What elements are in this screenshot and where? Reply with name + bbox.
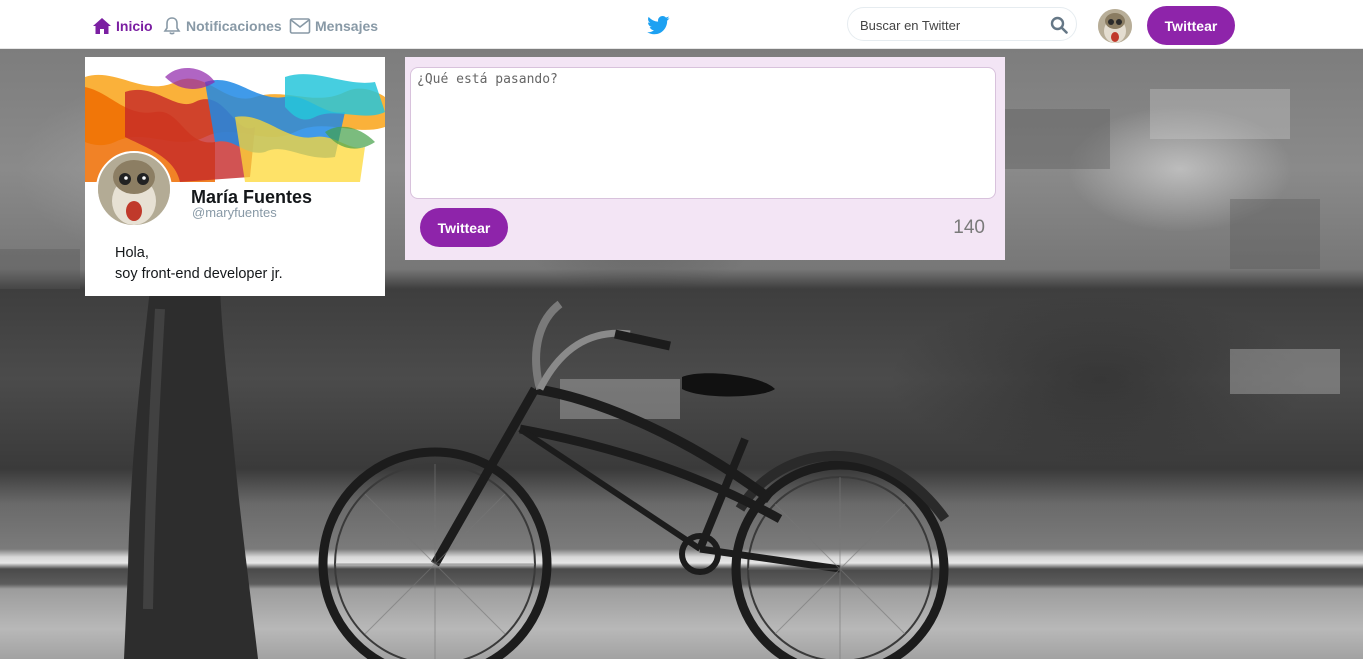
nav-messages-label: Mensajes <box>315 18 379 34</box>
search-input[interactable] <box>858 8 1047 42</box>
search-box <box>847 7 1077 42</box>
profile-avatar[interactable] <box>96 151 172 227</box>
nav-notifications[interactable]: Notificaciones <box>162 15 282 37</box>
bell-icon <box>162 16 182 36</box>
top-navbar: Inicio Notificaciones Mensajes Twittear <box>0 0 1363 49</box>
compose-box: Twittear 140 <box>405 57 1005 260</box>
nav-notifications-label: Notificaciones <box>186 18 282 34</box>
search-icon[interactable] <box>1050 16 1068 39</box>
profile-handle: @maryfuentes <box>192 205 277 220</box>
compose-tweet-button[interactable]: Twittear <box>420 208 508 247</box>
tweet-textarea[interactable] <box>410 67 996 199</box>
nav-home-label: Inicio <box>116 18 153 34</box>
profile-bio-line-1: Hola, <box>115 245 149 261</box>
char-counter: 140 <box>953 217 985 238</box>
home-icon <box>92 17 112 35</box>
twitter-bird-icon[interactable] <box>647 16 670 40</box>
profile-bio-line-2: soy front-end developer jr. <box>115 266 283 282</box>
nav-home[interactable]: Inicio <box>92 15 153 37</box>
user-avatar[interactable] <box>1098 9 1132 43</box>
envelope-icon <box>289 17 311 35</box>
nav-messages[interactable]: Mensajes <box>289 15 378 37</box>
profile-bio: Hola, soy front-end developer jr. <box>115 243 283 285</box>
nav-tweet-button[interactable]: Twittear <box>1147 6 1235 45</box>
profile-card: María Fuentes @maryfuentes Hola, soy fro… <box>85 57 385 296</box>
